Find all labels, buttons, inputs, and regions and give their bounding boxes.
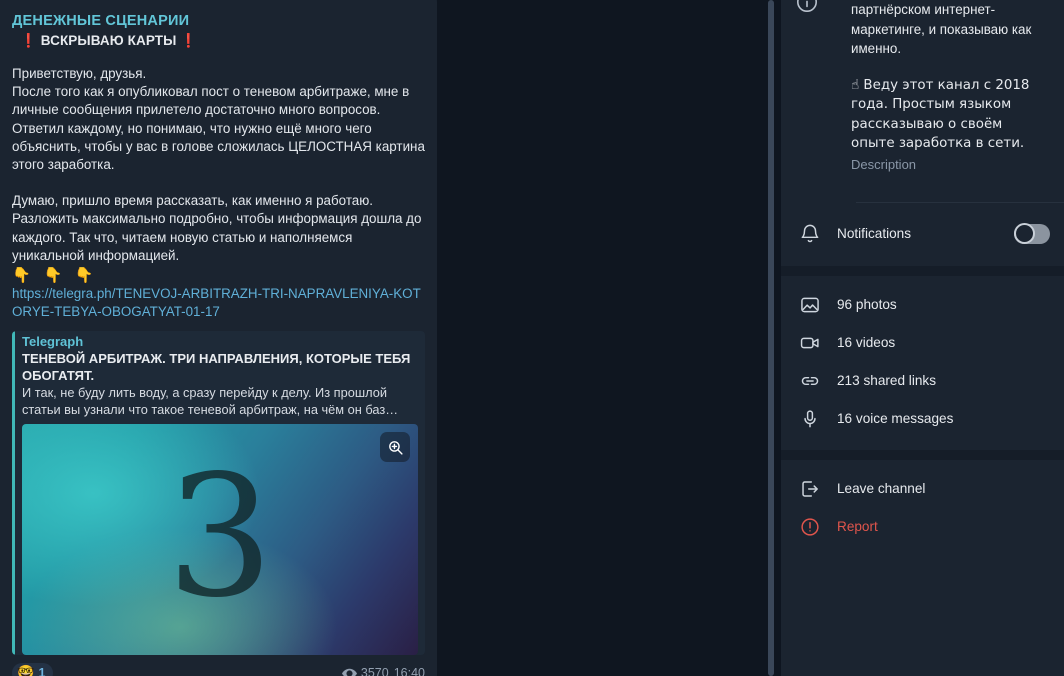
view-count-group: 3570	[341, 666, 389, 676]
message-heading: ДЕНЕЖНЫЕ СЦЕНАРИИ	[12, 13, 190, 29]
eye-icon	[341, 668, 357, 676]
divider	[856, 201, 1064, 203]
link-icon	[781, 370, 837, 392]
magnifier-plus-icon[interactable]	[380, 432, 410, 463]
message-paragraph-1: Приветствую, друзья. После того как я оп…	[12, 66, 425, 173]
exclamation-emoji-left: ❗	[20, 33, 37, 49]
photos-label: 96 photos	[837, 297, 897, 312]
nerd-face-emoji-icon: 🤓	[17, 665, 35, 676]
reaction-count: 1	[38, 666, 46, 676]
info-icon	[795, 0, 851, 174]
message-meta: 3570 16:40	[341, 666, 425, 676]
down-arrow-emojis: 👇 👇 👇	[12, 266, 98, 285]
leave-channel-label: Leave channel	[837, 481, 926, 496]
telegram-window: ДЕНЕЖНЫЕ СЦЕНАРИИ ❗ ВСКРЫВАЮ КАРТЫ ❗ При…	[0, 0, 1064, 676]
message-paragraph-2: Думаю, пришло время рассказать, как имен…	[12, 193, 426, 263]
toggle-knob	[1014, 222, 1035, 244]
photo-icon	[781, 294, 837, 316]
message-subheading: ❗ ВСКРЫВАЮ КАРТЫ ❗	[12, 31, 425, 51]
link-preview-description: И так, не буду лить воду, а сразу перейд…	[22, 385, 399, 418]
video-icon	[781, 332, 837, 354]
sidebar-item-shared-links[interactable]: 213 shared links	[781, 362, 1064, 400]
logout-icon	[781, 478, 837, 500]
link-preview-title: ТЕНЕВОЙ АРБИТРАЖ. ТРИ НАПРАВЛЕНИЯ, КОТОР…	[22, 351, 411, 384]
bell-icon	[781, 223, 837, 245]
alert-circle-icon	[781, 516, 837, 538]
videos-label: 16 videos	[837, 335, 896, 350]
view-count: 3570	[360, 666, 389, 676]
about-label: Description	[851, 156, 917, 172]
reaction-button[interactable]: 🤓 1	[12, 663, 54, 676]
chat-message-area: ДЕНЕЖНЫЕ СЦЕНАРИИ ❗ ВСКРЫВАЮ КАРТЫ ❗ При…	[0, 0, 780, 676]
sidebar-item-photos[interactable]: 96 photos	[781, 286, 1064, 324]
sidebar-item-videos[interactable]: 16 videos	[781, 324, 1064, 362]
about-paragraph-2: ☝ Веду этот канал с 2018 года. Простым я…	[851, 77, 1034, 152]
sidebar-item-notifications[interactable]: Notifications	[781, 201, 1064, 266]
notifications-label: Notifications	[837, 226, 912, 241]
photo-digit-text: 3	[166, 438, 274, 635]
sidebar-item-voice-messages[interactable]: 16 voice messages	[781, 400, 1064, 438]
message-time: 16:40	[393, 666, 425, 676]
about-text-block: партнёрском интернет-маркетинге, и показ…	[851, 0, 1046, 174]
voice-messages-label: 16 voice messages	[837, 411, 954, 426]
report-label: Report	[837, 519, 878, 534]
sidebar-item-report[interactable]: Report	[781, 508, 1064, 546]
channel-message[interactable]: ДЕНЕЖНЫЕ СЦЕНАРИИ ❗ ВСКРЫВАЮ КАРТЫ ❗ При…	[0, 0, 437, 676]
message-link[interactable]: https://telegra.ph/TENEVOJ-ARBITRAZH-TRI…	[12, 285, 425, 321]
section-divider-1	[781, 265, 1064, 276]
channel-info-sidebar: партнёрском интернет-маркетинге, и показ…	[780, 0, 1064, 676]
about-row: партнёрском интернет-маркетинге, и показ…	[781, 0, 1064, 174]
chat-scrollbar[interactable]	[768, 0, 774, 676]
microphone-icon	[781, 408, 837, 430]
notifications-toggle[interactable]	[1014, 222, 1050, 244]
shared-links-label: 213 shared links	[837, 373, 936, 388]
message-footer: 🤓 1 3570 16:40	[12, 662, 425, 676]
message-subheading-text: ВСКРЫВАЮ КАРТЫ	[40, 33, 177, 48]
channel-actions-section: Leave channel Report	[781, 459, 1064, 556]
about-paragraph-1: партнёрском интернет-маркетинге, и показ…	[851, 2, 1036, 56]
shared-media-section: 96 photos 16 videos 213 shared links 16 …	[781, 275, 1064, 450]
link-preview-site-name: Telegraph	[22, 334, 84, 350]
about-section: партнёрском интернет-маркетинге, и показ…	[781, 0, 1064, 266]
section-divider-2	[781, 449, 1064, 460]
sidebar-item-leave-channel[interactable]: Leave channel	[781, 470, 1064, 508]
exclamation-emoji-right: ❗	[180, 33, 198, 49]
chat-scrollbar-thumb[interactable]	[768, 0, 774, 676]
link-preview-card[interactable]: Telegraph ТЕНЕВОЙ АРБИТРАЖ. ТРИ НАПРАВЛЕ…	[12, 331, 425, 656]
link-preview-photo[interactable]: 3	[22, 424, 418, 656]
